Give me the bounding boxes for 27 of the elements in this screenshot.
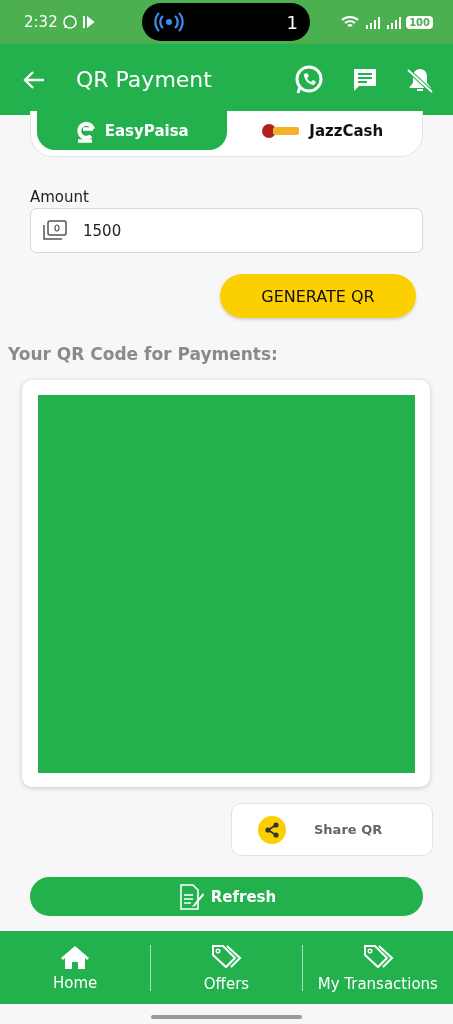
nav-item[interactable]: Offers	[203, 974, 250, 993]
broadcast-icon	[154, 11, 184, 33]
battery-level: 100	[406, 15, 433, 29]
nav-item[interactable]: My Transactions	[317, 974, 438, 993]
signal-icon	[364, 15, 381, 29]
tags-icon	[361, 942, 394, 971]
qr-heading: Your QR Code for Payments:	[8, 344, 279, 364]
screen-title: QR Payment	[76, 67, 212, 92]
notification-count: 1	[286, 11, 298, 33]
nav-item[interactable]: Home	[53, 973, 98, 992]
chat-icon	[61, 14, 78, 30]
share-icon	[258, 815, 286, 844]
status-time: 2:32	[24, 13, 58, 31]
signal-icon	[385, 15, 402, 29]
home-icon	[60, 943, 91, 970]
wallet-tab[interactable]: EasyPaisa	[37, 111, 227, 150]
wallet-logo-icon	[259, 122, 302, 139]
tags-icon	[210, 942, 243, 971]
amount-field[interactable]: 1500	[30, 208, 423, 253]
share-qr-button[interactable]: Share QR	[231, 803, 433, 856]
refresh-button[interactable]: Refresh	[30, 877, 423, 916]
amount-label: Amount	[30, 188, 90, 206]
phone-chat-icon[interactable]	[293, 63, 325, 96]
generate-qr-button[interactable]: GENERATE QR	[220, 274, 416, 318]
wallet-tab[interactable]: JazzCash	[226, 111, 416, 150]
back-icon[interactable]	[22, 69, 46, 90]
wifi-icon	[341, 15, 360, 29]
